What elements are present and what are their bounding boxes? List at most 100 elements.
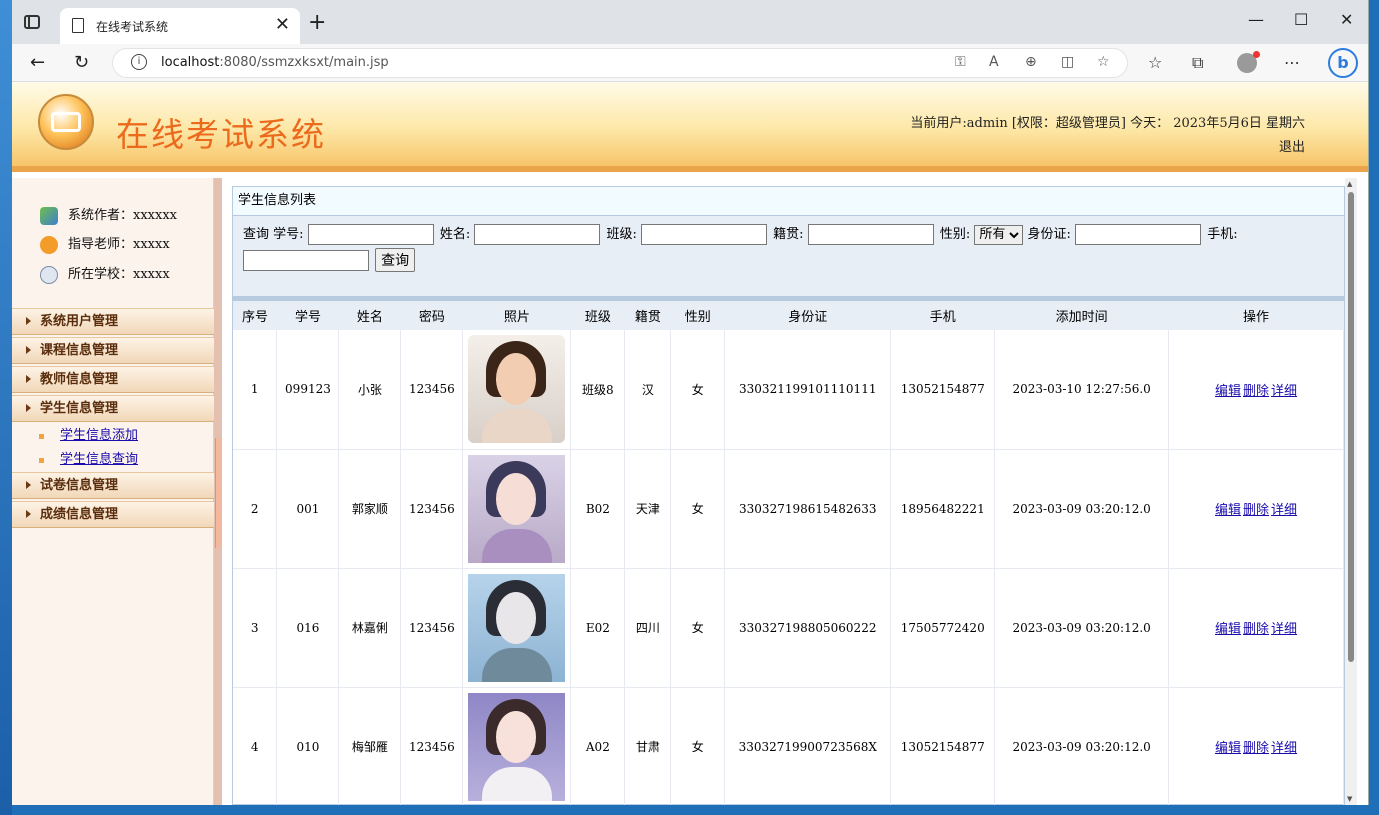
maximize-icon[interactable]: ☐ [1294,10,1308,29]
delete-link[interactable]: 删除 [1243,622,1269,637]
column-header: 姓名 [338,301,401,330]
phone-label: 手机: [1207,227,1238,242]
menu-courses[interactable]: 课程信息管理 [12,337,214,364]
vertical-scrollbar[interactable]: ▲ ▼ [1345,178,1357,805]
column-header: 添加时间 [994,301,1169,330]
detail-link[interactable]: 详细 [1271,741,1297,756]
browser-tab[interactable]: 在线考试系统 ✕ [60,8,300,44]
browser-window: 在线考试系统 ✕ + — ☐ ✕ ← ↻ i localhost:8080/ss… [12,0,1369,805]
more-icon[interactable]: ⋯ [1284,53,1300,72]
teacher-row: 指导老师：xxxxx [40,233,170,254]
edit-link[interactable]: 编辑 [1215,622,1241,637]
delete-link[interactable]: 删除 [1243,503,1269,518]
profile-avatar[interactable] [1237,51,1260,73]
table-row: 2 001 郭家顺 123456 B02 天津 女 33032719861548… [233,449,1344,569]
cell-student-no: 010 [276,687,340,805]
name-input[interactable] [474,224,601,245]
student-query-link[interactable]: 学生信息查询 [60,452,138,467]
id-card-label: 身份证: [1027,227,1071,242]
cell-password: 123456 [400,449,464,569]
menu-scores[interactable]: 成绩信息管理 [12,501,214,528]
split-screen-icon[interactable]: ◫ [1061,54,1074,70]
scroll-up-icon[interactable]: ▲ [1347,180,1352,188]
new-tab-icon[interactable]: + [308,10,326,35]
column-header: 操作 [1168,301,1344,330]
detail-link[interactable]: 详细 [1271,384,1297,399]
phone-icon [40,235,58,254]
origin-input[interactable] [807,224,934,245]
edit-link[interactable]: 编辑 [1215,741,1241,756]
close-window-icon[interactable]: ✕ [1340,10,1353,29]
add-favorite-icon[interactable]: ☆ [1097,54,1110,70]
minimize-icon[interactable]: — [1248,10,1264,29]
search-form: 查询 学号: 姓名: 班级: 籍贯: 性别: 所有 身份证: 手机: 查询 [233,216,1344,296]
cell-photo [462,687,572,805]
sidebar-splitter[interactable] [214,178,222,805]
scroll-down-icon[interactable]: ▼ [1347,795,1352,803]
submenu-item: 学生信息查询 [12,448,214,472]
cell-password: 123456 [400,568,464,688]
edit-link[interactable]: 编辑 [1215,384,1241,399]
student-no-input[interactable] [307,224,434,245]
collapse-handle[interactable] [215,438,221,548]
sidebar-menu: 系统用户管理 课程信息管理 教师信息管理 学生信息管理 学生信息添加 学生信息查… [12,308,214,530]
cell-name: 梅邹雁 [338,687,402,805]
zoom-icon[interactable]: ⊕ [1025,54,1037,70]
cell-added-time: 2023-03-10 12:27:56.0 [994,330,1170,450]
id-card-input[interactable] [1075,224,1202,245]
refresh-icon[interactable]: ↻ [74,52,89,73]
cell-index: 4 [233,687,278,805]
url-text[interactable]: localhost:8080/ssmzxksxt/main.jsp [161,55,389,70]
cell-origin: 甘肃 [624,687,672,805]
bing-icon[interactable]: b [1328,48,1358,78]
detail-link[interactable]: 详细 [1271,503,1297,518]
delete-link[interactable]: 删除 [1243,741,1269,756]
scroll-thumb[interactable] [1348,192,1354,662]
edit-link[interactable]: 编辑 [1215,503,1241,518]
key-icon[interactable]: ⚿ [955,54,966,70]
cell-phone: 17505772420 [890,568,996,688]
phone-input[interactable] [243,249,369,271]
column-header: 照片 [462,301,571,330]
student-photo [468,335,566,444]
cell-student-no: 016 [276,568,340,688]
menu-students[interactable]: 学生信息管理 [12,395,214,422]
delete-link[interactable]: 删除 [1243,384,1269,399]
panel-title: 学生信息列表 [233,187,1344,216]
menu-system-users[interactable]: 系统用户管理 [12,308,214,335]
site-logo-icon [38,94,94,150]
cell-actions: 编辑 删除 详细 [1168,568,1344,688]
cell-actions: 编辑 删除 详细 [1168,687,1344,805]
collections-icon[interactable]: ⧉ [1192,53,1203,73]
column-header: 手机 [890,301,995,330]
cell-id-card: 330327198615482633 [724,449,892,569]
cell-index: 3 [233,568,278,688]
detail-link[interactable]: 详细 [1271,622,1297,637]
users-icon [40,206,58,225]
tab-actions-icon[interactable] [22,12,44,34]
favorites-icon[interactable]: ☆ [1148,53,1162,72]
column-header: 籍贯 [624,301,671,330]
back-icon[interactable]: ← [30,52,45,73]
gender-select[interactable]: 所有 [974,224,1024,245]
close-tab-icon[interactable]: ✕ [275,14,290,35]
page-icon [72,18,84,33]
search-button[interactable]: 查询 [375,248,416,272]
clock-icon [40,265,58,284]
menu-papers[interactable]: 试卷信息管理 [12,472,214,499]
sidebar: 系统作者：xxxxxx 指导老师：xxxxx 所在学校：xxxxx 系统用户管理… [12,178,214,805]
logout-link[interactable]: 退出 [1279,136,1305,155]
menu-teachers[interactable]: 教师信息管理 [12,366,214,393]
cell-id-card: 330321199101110111 [724,330,892,450]
url-field[interactable]: i localhost:8080/ssmzxksxt/main.jsp ⚿ A … [112,48,1128,78]
column-header: 性别 [670,301,725,330]
cell-student-no: 001 [276,449,340,569]
cell-class: B02 [570,449,626,569]
cell-id-card: 33032719900723568X [724,687,892,805]
cell-name: 小张 [338,330,402,450]
site-info-icon[interactable]: i [131,54,147,70]
read-aloud-icon[interactable]: A [989,54,999,70]
student-table: 序号 学号 姓名 密码 照片 班级 籍贯 性别 身份证 手机 添加时间 操作 1… [233,301,1344,805]
student-add-link[interactable]: 学生信息添加 [60,428,138,443]
class-input[interactable] [641,224,768,245]
